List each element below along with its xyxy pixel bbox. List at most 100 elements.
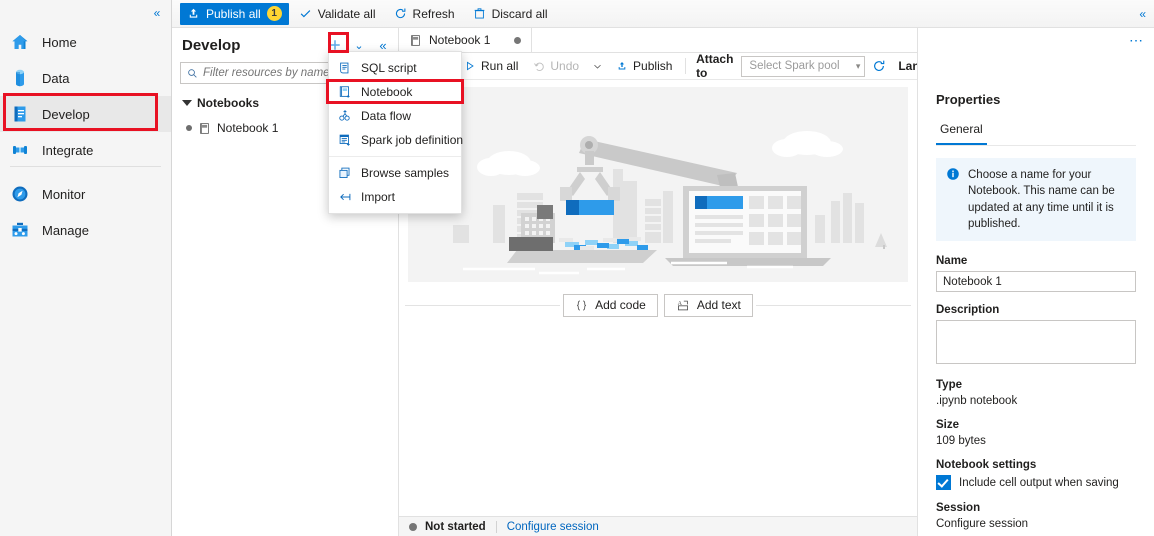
sidebar-item-label: Manage bbox=[42, 222, 89, 238]
session-label: Session bbox=[936, 502, 981, 515]
gauge-icon bbox=[10, 184, 30, 204]
browse-samples-icon bbox=[338, 166, 352, 180]
undo-chevron-icon[interactable] bbox=[587, 55, 608, 77]
sidebar-item-home[interactable]: Home bbox=[0, 24, 171, 60]
sidebar-item-label: Data bbox=[42, 70, 70, 86]
add-text-button[interactable]: A Add text bbox=[663, 293, 753, 317]
menu-item-browse-samples[interactable]: Browse samples bbox=[329, 161, 461, 185]
sidebar-item-develop[interactable]: Develop bbox=[0, 96, 171, 132]
discard-all-label: Discard all bbox=[491, 6, 548, 21]
status-separator bbox=[495, 520, 497, 533]
spark-pool-value: Select Spark pool bbox=[749, 60, 840, 72]
tabstrip-more-icon[interactable]: ⋯ bbox=[917, 28, 1154, 53]
notebook-icon bbox=[409, 34, 422, 47]
sidebar-item-integrate[interactable]: Integrate bbox=[0, 132, 171, 168]
topbar-collapse-icon[interactable]: « bbox=[1139, 7, 1146, 21]
menu-item-spark-job-definition[interactable]: Spark job definition bbox=[329, 128, 463, 152]
search-icon bbox=[188, 68, 197, 78]
menu-item-label: SQL script bbox=[361, 61, 417, 75]
tab-notebook-1[interactable]: Notebook 1 bbox=[399, 28, 532, 52]
caret-down-icon bbox=[182, 99, 192, 107]
publish-icon bbox=[618, 61, 626, 70]
info-icon bbox=[946, 167, 960, 232]
menu-item-notebook[interactable]: Notebook bbox=[329, 80, 461, 104]
sidebar-item-label: Integrate bbox=[42, 142, 94, 158]
notebook-settings-label: Notebook settings bbox=[936, 459, 1037, 472]
validate-all-label: Validate all bbox=[317, 6, 376, 21]
configure-session-link[interactable]: Configure session bbox=[507, 521, 599, 533]
properties-info-text: Choose a name for your Notebook. This na… bbox=[968, 169, 1115, 230]
menu-item-import[interactable]: Import bbox=[329, 185, 461, 209]
add-code-button[interactable]: Add code bbox=[563, 293, 658, 317]
pipeline-icon bbox=[10, 140, 30, 160]
type-value: .ipynb notebook bbox=[936, 395, 1018, 408]
run-all-button[interactable]: Run all bbox=[457, 55, 525, 77]
menu-item-label: Notebook bbox=[361, 85, 413, 99]
sql-script-icon bbox=[338, 61, 352, 75]
include-cell-output-checkbox[interactable] bbox=[936, 475, 951, 491]
properties-info-banner: Choose a name for your Notebook. This na… bbox=[936, 158, 1136, 242]
menu-item-label: Browse samples bbox=[361, 166, 450, 180]
spark-pool-select[interactable]: Select Spark pool ▾ bbox=[741, 55, 866, 77]
name-field[interactable] bbox=[936, 271, 1136, 293]
publish-button[interactable]: Publish bbox=[609, 55, 679, 77]
sidebar-item-label: Home bbox=[42, 34, 77, 50]
include-cell-output-label: Include cell output when saving bbox=[959, 476, 1119, 489]
size-value: 109 bytes bbox=[936, 435, 986, 448]
session-refresh-icon[interactable] bbox=[871, 54, 887, 78]
publish-all-badge: 1 bbox=[266, 6, 282, 21]
tab-label: Notebook 1 bbox=[429, 33, 491, 47]
refresh-label: Refresh bbox=[412, 6, 455, 21]
name-field-label: Name bbox=[936, 255, 968, 268]
size-label: Size bbox=[936, 419, 960, 432]
publish-label: Publish bbox=[633, 59, 673, 73]
import-icon bbox=[338, 190, 352, 204]
publish-all-button[interactable]: Publish all 1 bbox=[180, 2, 289, 25]
sidebar-item-label: Monitor bbox=[42, 186, 86, 202]
menu-item-sql-script[interactable]: SQL script bbox=[329, 56, 461, 80]
run-all-label: Run all bbox=[481, 59, 519, 73]
page-title: Develop bbox=[182, 36, 241, 54]
rail-collapse-icon[interactable]: « bbox=[149, 5, 165, 21]
tree-item-label: Notebook 1 bbox=[217, 121, 279, 135]
notebook-icon bbox=[338, 85, 352, 99]
add-text-label: Add text bbox=[696, 298, 741, 312]
database-icon bbox=[10, 68, 30, 88]
sidebar-item-manage[interactable]: Manage bbox=[0, 212, 171, 248]
rail-divider bbox=[10, 166, 161, 167]
left-navigation-rail: « Home Data Develop Integrate Monitor Ma… bbox=[0, 0, 172, 536]
chevron-down-icon: ▾ bbox=[855, 60, 861, 71]
undo-label: Undo bbox=[550, 59, 580, 73]
unsaved-dot-icon bbox=[186, 125, 192, 131]
notebook-status-bar: Not started Configure session bbox=[399, 516, 917, 536]
new-resource-menu: SQL script Notebook Data flow Spark job … bbox=[328, 51, 463, 214]
include-cell-output-row[interactable]: Include cell output when saving bbox=[936, 475, 1136, 491]
attach-to-label: Attach to bbox=[696, 52, 734, 80]
sidebar-item-monitor[interactable]: Monitor bbox=[0, 176, 171, 212]
menu-item-label: Data flow bbox=[361, 109, 412, 123]
undo-button[interactable]: Undo bbox=[526, 55, 586, 77]
toolbox-icon bbox=[10, 220, 30, 240]
tab-general[interactable]: General bbox=[936, 118, 987, 145]
refresh-button[interactable]: Refresh bbox=[386, 3, 463, 25]
description-field-label: Description bbox=[936, 304, 1000, 317]
status-label: Not started bbox=[425, 520, 486, 533]
properties-configure-session-link[interactable]: Configure session bbox=[936, 518, 1136, 530]
validate-all-button[interactable]: Validate all bbox=[291, 3, 384, 25]
add-cell-row: Add code A Add text bbox=[399, 290, 917, 320]
type-label: Type bbox=[936, 379, 962, 392]
braces-icon bbox=[577, 300, 587, 310]
sidebar-item-label: Develop bbox=[42, 106, 90, 122]
crane-ship-laptop-illustration bbox=[408, 87, 908, 282]
tab-unsaved-dot-icon[interactable] bbox=[514, 36, 521, 44]
command-separator bbox=[685, 58, 687, 74]
play-icon bbox=[467, 61, 474, 71]
publish-icon bbox=[189, 8, 198, 18]
discard-all-button[interactable]: Discard all bbox=[465, 3, 556, 25]
tree-group-label: Notebooks bbox=[197, 96, 260, 110]
description-field[interactable] bbox=[936, 320, 1136, 365]
menu-item-data-flow[interactable]: Data flow bbox=[329, 104, 461, 128]
status-dot-icon bbox=[409, 522, 417, 531]
sidebar-item-data[interactable]: Data bbox=[0, 60, 171, 96]
text-icon: A bbox=[677, 300, 688, 310]
